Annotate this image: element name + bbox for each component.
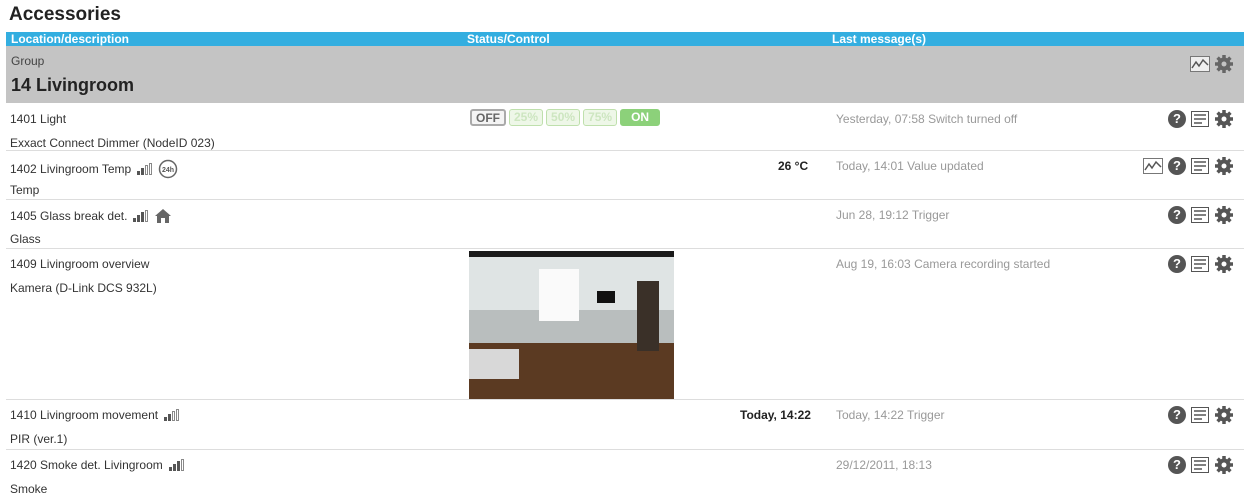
log-icon[interactable]	[1191, 256, 1209, 272]
table-row: 1402 Livingroom Temp 24h Temp 26 °C Toda…	[6, 151, 1244, 200]
device-name: 1409 Livingroom overview	[10, 257, 150, 271]
dim-75-button[interactable]: 75%	[583, 109, 618, 126]
page-title: Accessories	[9, 4, 121, 25]
24h-label: 24h	[162, 167, 174, 174]
device-name: 1405 Glass break det.	[10, 209, 128, 223]
graph-icon[interactable]	[1190, 56, 1210, 72]
last-message: Yesterday, 07:58 Switch turned off	[836, 112, 1018, 126]
last-message: Jun 28, 19:12 Trigger	[836, 208, 950, 222]
gear-icon[interactable]	[1214, 455, 1234, 475]
group-label: Group	[11, 54, 45, 68]
group-row: Group 14 Livingroom	[6, 46, 1244, 103]
device-name: 1410 Livingroom movement	[10, 408, 159, 422]
last-message: Aug 19, 16:03 Camera recording started	[836, 257, 1051, 271]
column-last-message: Last message(s)	[832, 32, 927, 46]
column-location: Location/description	[11, 32, 130, 46]
log-icon[interactable]	[1191, 457, 1209, 473]
table-row: 1409 Livingroom overview Kamera (D-Link …	[6, 249, 1244, 400]
table-row: 1420 Smoke det. Livingroom Smoke 29/12/2…	[6, 450, 1244, 497]
group-name: 14 Livingroom	[11, 75, 135, 95]
last-message: Today, 14:01 Value updated	[836, 159, 984, 173]
device-desc: Glass	[10, 232, 41, 246]
graph-icon[interactable]	[1143, 158, 1163, 174]
log-icon[interactable]	[1191, 111, 1209, 127]
device-desc: Kamera (D-Link DCS 932L)	[10, 281, 157, 295]
log-icon[interactable]	[1191, 158, 1209, 174]
help-icon[interactable]: ?	[1168, 406, 1186, 424]
help-icon[interactable]: ?	[1168, 157, 1186, 175]
on-button[interactable]: ON	[620, 109, 661, 126]
last-message: Today, 14:22 Trigger	[836, 408, 945, 422]
gear-icon[interactable]	[1214, 405, 1234, 425]
device-desc: Exxact Connect Dimmer (NodeID 023)	[10, 136, 215, 150]
help-icon[interactable]: ?	[1168, 110, 1186, 128]
table-row: 1410 Livingroom movement PIR (ver.1) Tod…	[6, 400, 1244, 450]
gear-icon[interactable]	[1214, 205, 1234, 225]
signal-icon	[168, 459, 184, 471]
device-desc: Temp	[10, 183, 40, 197]
off-button[interactable]: OFF	[470, 109, 506, 126]
home-icon	[155, 209, 172, 223]
table-row: 1401 Light Exxact Connect Dimmer (NodeID…	[6, 104, 1244, 151]
signal-icon	[137, 163, 153, 175]
status-value: 26 °C	[778, 159, 809, 173]
signal-icon	[164, 409, 180, 421]
gear-icon[interactable]	[1214, 254, 1234, 274]
table-header: Location/description Status/Control Last…	[6, 32, 1244, 46]
table-row: 1405 Glass break det. Glass Jun 28, 19:1…	[6, 200, 1244, 249]
status-value: Today, 14:22	[740, 408, 811, 422]
24h-icon: 24h	[158, 159, 178, 179]
device-name: 1401 Light	[10, 112, 67, 126]
camera-snapshot[interactable]	[469, 251, 674, 399]
log-icon[interactable]	[1191, 407, 1209, 423]
help-icon[interactable]: ?	[1168, 456, 1186, 474]
dim-50-button[interactable]: 50%	[546, 109, 581, 126]
last-message: 29/12/2011, 18:13	[836, 458, 932, 472]
device-name: 1420 Smoke det. Livingroom	[10, 458, 163, 472]
device-desc: PIR (ver.1)	[10, 432, 68, 446]
gear-icon[interactable]	[1214, 54, 1234, 74]
column-status: Status/Control	[467, 32, 550, 46]
gear-icon[interactable]	[1214, 156, 1234, 176]
gear-icon[interactable]	[1214, 109, 1234, 129]
dim-25-button[interactable]: 25%	[509, 109, 544, 126]
log-icon[interactable]	[1191, 207, 1209, 223]
signal-icon	[133, 210, 149, 222]
help-icon[interactable]: ?	[1168, 255, 1186, 273]
device-name: 1402 Livingroom Temp	[10, 162, 132, 176]
device-desc: Smoke	[10, 482, 48, 496]
help-icon[interactable]: ?	[1168, 206, 1186, 224]
